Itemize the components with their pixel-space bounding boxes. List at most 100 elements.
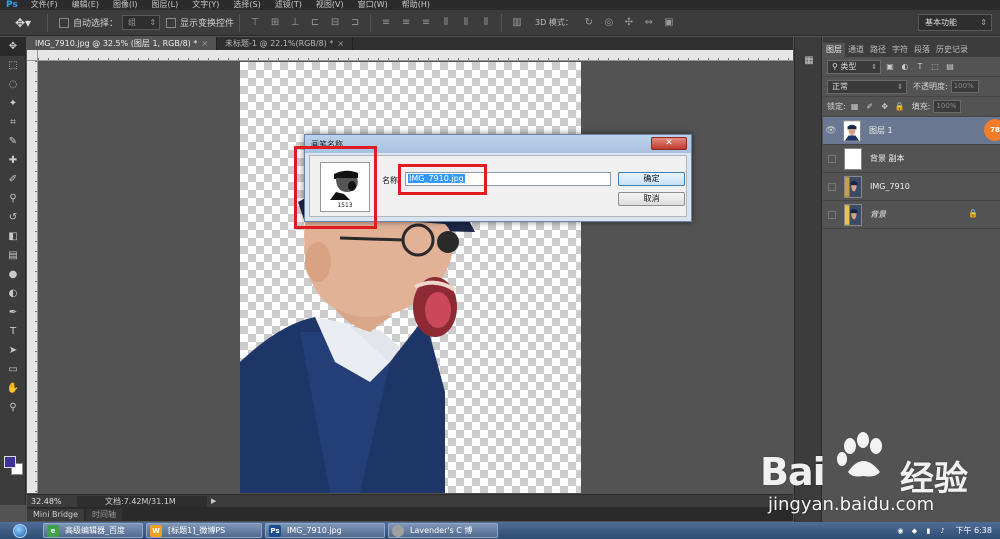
lock-position-icon[interactable]: ✥ [879,101,891,113]
move-tool-preset-icon[interactable]: ✥▾ [4,14,42,32]
tab-mini-bridge[interactable]: Mini Bridge [27,509,85,521]
marquee-tool-icon[interactable]: ⬚ [0,56,26,75]
filter-type-icon[interactable]: T [914,61,926,73]
filter-smart-icon[interactable]: ▤ [944,61,956,73]
layer-row-background[interactable]: 背景 🔒 [823,201,1000,229]
layer-filter-dropdown[interactable]: ⚲ 类型 [827,59,881,74]
volume-icon[interactable]: ♪ [937,526,947,536]
dodge-tool-icon[interactable]: ◐ [0,284,26,303]
layer-row-layer-1[interactable]: 👁 图层 1 78 [823,117,1000,145]
distribute-right-icon[interactable]: ⫴ [479,16,493,30]
history-brush-tool-icon[interactable]: ↺ [0,208,26,227]
type-tool-icon[interactable]: T [0,322,26,341]
menu-image[interactable]: 图像(I) [106,0,145,10]
distribute-middle-icon[interactable]: ≡ [399,16,413,30]
magic-wand-tool-icon[interactable]: ✦ [0,94,26,113]
3d-rotate-icon[interactable]: ↻ [582,16,596,30]
notification-badge[interactable]: 78 [984,119,1000,141]
align-top-icon[interactable]: ⊤ [248,16,262,30]
tab-paragraph[interactable]: 段落 [911,43,933,57]
start-button[interactable] [0,522,40,539]
ruler-origin[interactable] [27,50,38,61]
status-menu-arrow-icon[interactable]: ▶ [211,497,216,505]
foreground-color-swatch[interactable] [4,456,16,468]
menu-help[interactable]: 帮助(H) [395,0,437,10]
align-right-icon[interactable]: ⊐ [348,16,362,30]
hand-tool-icon[interactable]: ✋ [0,379,26,398]
align-bottom-icon[interactable]: ⊥ [288,16,302,30]
distribute-bottom-icon[interactable]: ≡ [419,16,433,30]
crop-tool-icon[interactable]: ⌗ [0,113,26,132]
layer-row-background-copy[interactable]: 背景 副本 [823,145,1000,173]
align-middle-icon[interactable]: ⊞ [268,16,282,30]
document-canvas[interactable] [240,62,581,493]
lock-pixels-icon[interactable]: ▦ [849,101,861,113]
lock-all-icon[interactable]: 🔒 [894,101,906,113]
close-icon[interactable]: × [337,39,344,48]
auto-select-checkbox[interactable] [59,17,69,28]
clone-stamp-tool-icon[interactable]: ⚲ [0,189,26,208]
tab-history[interactable]: 历史记录 [933,43,971,57]
taskbar-item-photoshop[interactable]: Ps IMG_7910.jpg [265,523,385,538]
chat-icon[interactable]: ◉ [895,526,905,536]
cancel-button[interactable]: 取消 [618,192,685,206]
menu-window[interactable]: 窗口(W) [351,0,395,10]
visibility-toggle[interactable] [828,182,836,191]
ok-button[interactable]: 确定 [618,172,685,186]
gradient-tool-icon[interactable]: ▤ [0,246,26,265]
move-tool-icon[interactable]: ✥ [0,37,26,56]
tab-img-7910[interactable]: IMG_7910.jpg @ 32.5% (图层 1, RGB/8) * × [27,37,218,50]
tab-character[interactable]: 字符 [889,43,911,57]
zoom-level[interactable]: 32.48% [27,497,77,506]
opacity-input[interactable]: 100% [950,80,979,93]
eyedropper-tool-icon[interactable]: ✎ [0,132,26,151]
auto-select-dropdown[interactable]: 组 [122,15,161,30]
horizontal-ruler[interactable] [38,50,793,61]
3d-slide-icon[interactable]: ⇔ [642,16,656,30]
shield-icon[interactable]: ◆ [909,526,919,536]
zoom-tool-icon[interactable]: ⚲ [0,398,26,417]
align-center-icon[interactable]: ⊟ [328,16,342,30]
3d-scale-icon[interactable]: ▣ [662,16,676,30]
distribute-center-icon[interactable]: ⫴ [459,16,473,30]
menu-file[interactable]: 文件(F) [24,0,65,10]
menu-view[interactable]: 视图(V) [309,0,351,10]
menu-filter[interactable]: 滤镜(T) [268,0,309,10]
menu-type[interactable]: 文字(Y) [185,0,226,10]
lock-paint-icon[interactable]: ✐ [864,101,876,113]
eye-icon[interactable]: 👁 [823,126,839,136]
layer-row-img-7910[interactable]: IMG_7910 [823,173,1000,201]
menu-layer[interactable]: 图层(L) [145,0,186,10]
filter-shape-icon[interactable]: ⬚ [929,61,941,73]
lasso-tool-icon[interactable]: ◌ [0,75,26,94]
tab-layers[interactable]: 图层 [823,43,845,57]
distribute-left-icon[interactable]: ⫴ [439,16,453,30]
show-transform-checkbox[interactable] [166,17,177,28]
tab-paths[interactable]: 路径 [867,43,889,57]
tab-timeline[interactable]: 时间轴 [86,509,123,521]
filter-pixel-icon[interactable]: ▣ [884,61,896,73]
blend-mode-dropdown[interactable]: 正常 [827,79,907,94]
menu-edit[interactable]: 编辑(E) [65,0,106,10]
dialog-close-button[interactable]: ✕ [651,137,687,150]
eraser-tool-icon[interactable]: ◧ [0,227,26,246]
visibility-toggle[interactable] [828,210,836,219]
vertical-ruler[interactable] [27,61,38,493]
network-icon[interactable]: ▮ [923,526,933,536]
fill-input[interactable]: 100% [933,100,962,113]
filter-adjust-icon[interactable]: ◐ [899,61,911,73]
canvas-area[interactable] [39,62,793,493]
3d-pan-icon[interactable]: ✣ [622,16,636,30]
pen-tool-icon[interactable]: ✒ [0,303,26,322]
tab-untitled-1[interactable]: 未标题-1 @ 22.1%(RGB/8) * × [217,37,354,50]
taskbar-item-weibo[interactable]: W [标题1]_微博PS [146,523,262,538]
path-selection-tool-icon[interactable]: ➤ [0,341,26,360]
clock[interactable]: 下午 6:38 [955,525,992,536]
tab-channels[interactable]: 通道 [845,43,867,57]
brush-tool-icon[interactable]: ✐ [0,170,26,189]
taskbar-item-editor[interactable]: e 高级编辑器_百度 [43,523,143,538]
workspace-switcher[interactable]: 基本功能 [918,14,992,31]
visibility-toggle[interactable] [828,154,836,163]
taskbar-item-blog[interactable]: Lavender's C 博 [388,523,498,538]
distribute-top-icon[interactable]: ≡ [379,16,393,30]
